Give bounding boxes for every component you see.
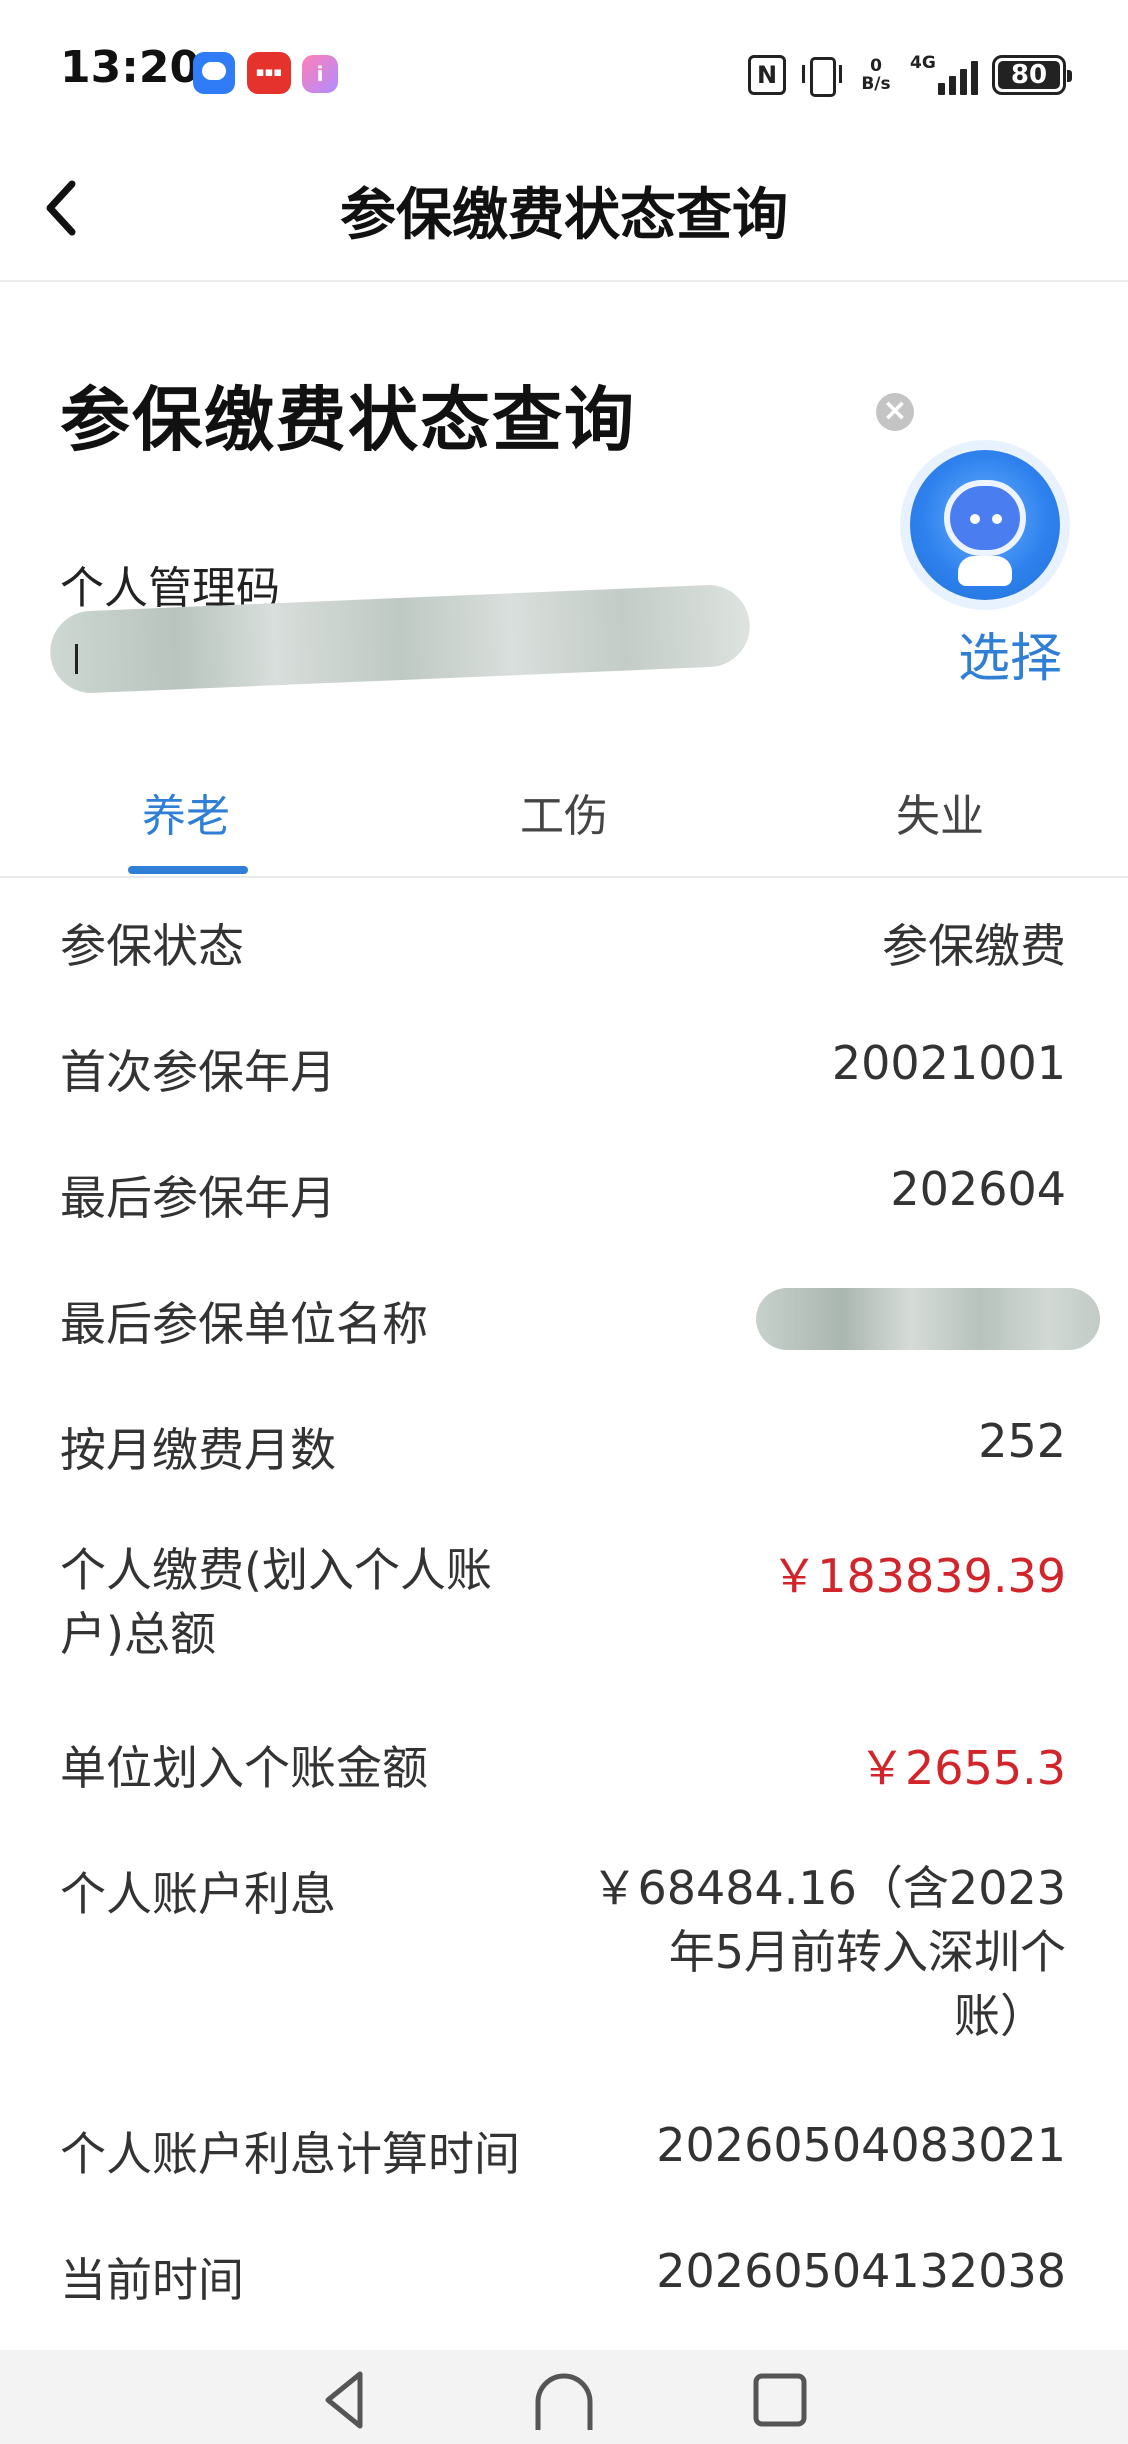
header-title: 参保缴费状态查询: [340, 183, 788, 248]
detail-value-employer-amount: ￥2655.3: [859, 1741, 1066, 1795]
detail-value-current-time: 20260504132038: [656, 2244, 1066, 2298]
insurance-type-tabs: 养老 工伤 失业: [0, 756, 1128, 878]
personal-code-value-redacted: [48, 578, 760, 702]
text-cursor: [75, 644, 78, 674]
notification-icon: ▪▪▪: [247, 52, 291, 94]
status-time: 13:20: [60, 42, 201, 93]
system-icons: N 0 B/s 4G 80: [748, 52, 1072, 98]
detail-value-interest-calc-time: 20260504083021: [656, 2118, 1066, 2172]
detail-label-status: 参保状态: [60, 919, 244, 973]
tab-work-injury[interactable]: 工伤: [520, 780, 608, 844]
battery-level: 80: [998, 61, 1060, 89]
detail-label-current-time: 当前时间: [60, 2253, 244, 2307]
select-button[interactable]: 选择: [958, 616, 1062, 691]
detail-value-account-interest-line2: 年5月前转入深圳个: [668, 1925, 1066, 1979]
detail-value-last-month: 202604: [890, 1162, 1066, 1216]
network-type: 4G: [910, 53, 936, 73]
detail-label-personal-contribution-line1: 个人缴费(划入个人账: [60, 1543, 492, 1597]
detail-label-last-month: 最后参保年月: [60, 1171, 336, 1225]
detail-label-employer-amount: 单位划入个账金额: [60, 1741, 428, 1795]
app-notification-icon: i: [302, 55, 338, 93]
detail-value-account-interest: ￥68484.16（含2023 年5月前转入深圳个 账）: [591, 1856, 1066, 2048]
nav-recents-button[interactable]: [748, 2368, 812, 2432]
detail-value-first-month: 20021001: [831, 1036, 1066, 1090]
nav-back-icon: [325, 2371, 363, 2429]
detail-value-last-employer-redacted: [756, 1288, 1100, 1350]
detail-label-first-month: 首次参保年月: [60, 1045, 336, 1099]
detail-label-personal-contribution-line2: 户)总额: [60, 1607, 216, 1661]
detail-value-status: 参保缴费: [882, 919, 1066, 973]
detail-value-months-paid: 252: [978, 1414, 1066, 1468]
net-speed: 0 B/s: [856, 57, 896, 93]
detail-label-interest-calc-time: 个人账户利息计算时间: [60, 2127, 520, 2181]
net-speed-value: 0: [870, 56, 882, 76]
nav-recents-icon: [753, 2373, 807, 2427]
nfc-icon: N: [748, 55, 786, 95]
message-icon: [193, 52, 235, 94]
detail-value-account-interest-line3: 账）: [954, 1989, 1046, 2043]
close-icon[interactable]: ×: [876, 393, 914, 431]
detail-label-months-paid: 按月缴费月数: [60, 1423, 336, 1477]
nav-home-icon: [535, 2373, 593, 2430]
vibrate-icon: [800, 55, 842, 97]
battery-icon: 80: [992, 55, 1072, 95]
detail-value-personal-contribution: ￥183839.39: [771, 1549, 1066, 1603]
detail-label-personal-contribution: 个人缴费(划入个人账 户)总额: [60, 1538, 492, 1666]
tab-pension[interactable]: 养老: [142, 780, 230, 844]
page-title: 参保缴费状态查询: [60, 379, 636, 461]
net-speed-unit: B/s: [861, 74, 891, 94]
system-nav-bar: [0, 2350, 1128, 2444]
nav-home-button[interactable]: [532, 2368, 596, 2432]
signal-icon: 4G: [910, 53, 978, 95]
app-header: 参保缴费状态查询: [0, 140, 1128, 282]
status-bar: 13:20 ▪▪▪ i N 0 B/s 4G 80: [0, 0, 1128, 140]
tab-indicator: [128, 866, 248, 874]
detail-label-last-employer: 最后参保单位名称: [60, 1297, 428, 1351]
detail-value-account-interest-line1: ￥68484.16（含2023: [591, 1861, 1066, 1915]
assistant-robot-icon[interactable]: [910, 450, 1060, 600]
nav-back-button[interactable]: [314, 2368, 378, 2432]
tab-unemployment[interactable]: 失业: [896, 780, 984, 844]
detail-label-account-interest: 个人账户利息: [60, 1867, 336, 1921]
